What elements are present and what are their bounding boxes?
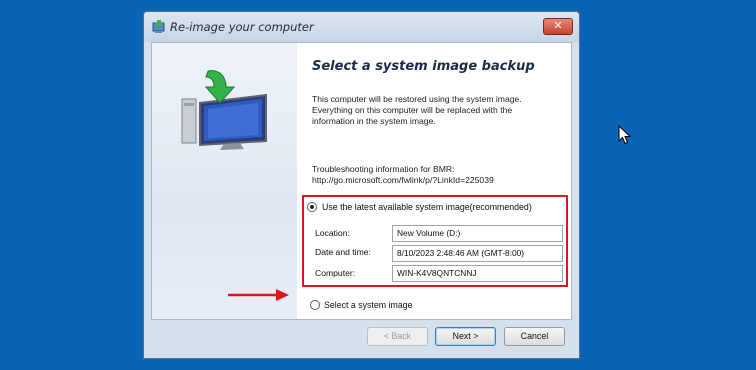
- select-image-radio[interactable]: [310, 300, 320, 310]
- back-button[interactable]: < Back: [367, 327, 428, 346]
- side-panel: [152, 43, 297, 319]
- dialog-content: Select a system image backup This comput…: [151, 42, 572, 320]
- reimage-icon: [152, 20, 165, 33]
- close-button[interactable]: ✕: [543, 18, 573, 35]
- cancel-button[interactable]: Cancel: [504, 327, 565, 346]
- latest-image-radio[interactable]: [307, 202, 317, 212]
- location-label: Location:: [315, 228, 350, 238]
- select-image-label[interactable]: Select a system image: [324, 300, 413, 310]
- title-bar: Re-image your computer ✕: [144, 12, 579, 42]
- window-title: Re-image your computer: [170, 20, 314, 34]
- next-button[interactable]: Next >: [435, 327, 496, 346]
- close-icon: ✕: [553, 19, 563, 32]
- red-arrow-icon: [228, 289, 289, 301]
- location-field: New Volume (D:): [392, 225, 563, 242]
- datetime-label: Date and time:: [315, 247, 371, 257]
- troubleshooting-text: Troubleshooting information for BMR: htt…: [312, 164, 494, 185]
- reimage-dialog: Re-image your computer ✕ Select a system…: [143, 11, 580, 359]
- datetime-field: 8/10/2023 2:48:46 AM (GMT-8:00): [392, 245, 563, 262]
- intro-text: This computer will be restored using the…: [312, 94, 522, 126]
- computer-restore-icon: [181, 70, 267, 150]
- computer-field: WIN-K4V8QNTCNNJ: [392, 265, 563, 282]
- latest-image-label[interactable]: Use the latest available system image(re…: [322, 202, 532, 212]
- computer-label: Computer:: [315, 268, 356, 278]
- mouse-cursor-icon: [618, 125, 632, 145]
- page-title: Select a system image backup: [312, 59, 535, 74]
